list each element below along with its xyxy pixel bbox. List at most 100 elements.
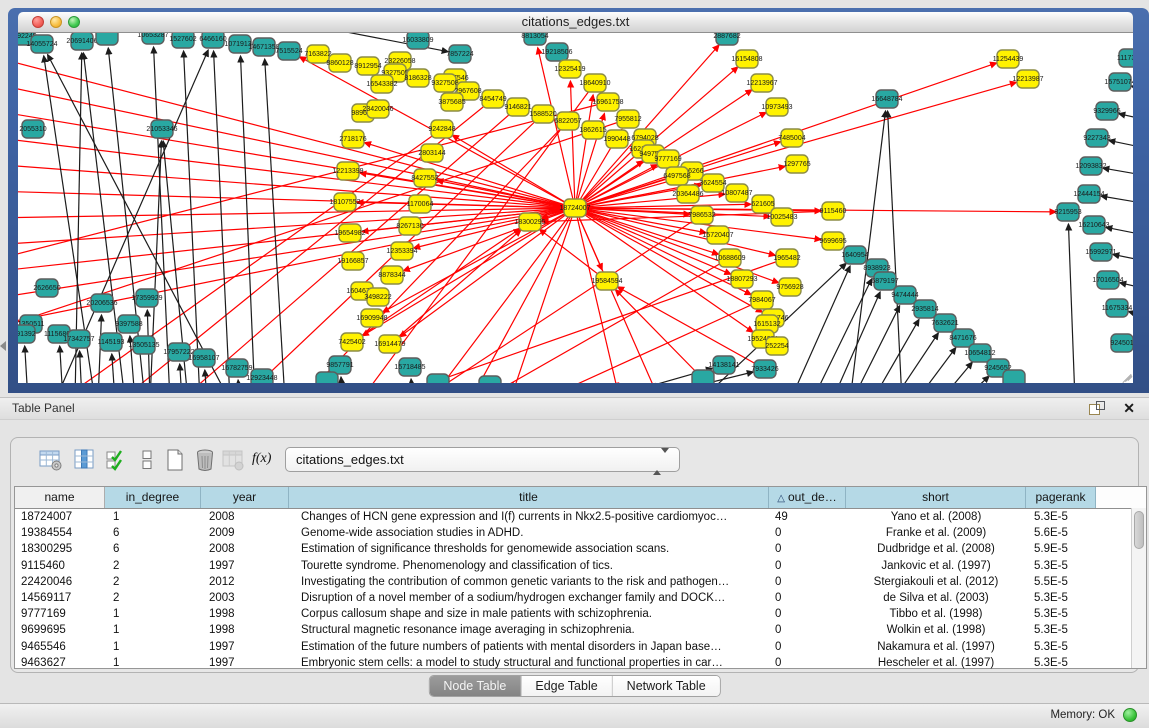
graph-node[interactable]: 2803144 [418,144,445,162]
graph-edge[interactable] [18,102,608,258]
table-cell[interactable]: 1998 [201,622,289,638]
graph-node[interactable] [1003,370,1025,383]
graph-edge[interactable] [1119,114,1133,123]
graph-node[interactable]: 1588520 [529,105,556,123]
graph-node[interactable]: 11675334 [1102,299,1133,317]
table-cell[interactable]: Jankovic et al. (1997) [846,558,1026,574]
table-cell[interactable]: 1997 [201,558,289,574]
graph-node[interactable]: 1117304 [1117,49,1133,67]
graph-node[interactable]: 1170064 [407,195,434,213]
graph-node[interactable]: 8912954 [354,57,381,75]
graph-edge[interactable] [18,112,575,208]
graph-node[interactable]: 20364486 [672,185,703,203]
graph-node[interactable]: 9777169 [654,150,681,168]
graph-node[interactable]: 6497568 [663,167,690,185]
column-header-year[interactable]: year [201,487,289,508]
table-cell[interactable]: Estimation of the future numbers of pati… [289,639,769,655]
graph-node[interactable]: 12213967 [746,74,777,92]
table-cell[interactable]: 5.3E-5 [1026,655,1096,671]
graph-edge[interactable] [888,111,902,383]
table-cell[interactable]: 9463627 [15,655,105,671]
table-cell[interactable]: Tourette syndrome. Phenomenology and cla… [289,558,769,574]
delete-table-icon[interactable] [192,448,218,472]
table-cell[interactable]: 0 [769,574,846,590]
table-cell[interactable]: 1 [105,606,201,622]
graph-node[interactable]: 3498222 [364,288,391,306]
graph-node[interactable]: 16958107 [188,349,219,367]
graph-node[interactable]: 10973493 [761,98,792,116]
graph-edge[interactable] [129,99,493,383]
table-cell[interactable]: Disruption of a novel member of a sodium… [289,590,769,606]
graph-node[interactable]: 3875685 [438,93,465,111]
table-cell[interactable]: 6 [105,541,201,557]
table-cell[interactable]: 2 [105,574,201,590]
column-header-out_de[interactable]: △out_de… [769,487,846,508]
table-cell[interactable]: Tibbo et al. (1998) [846,606,1026,622]
graph-edge[interactable] [1068,224,1075,383]
table-cell[interactable]: Investigating the contribution of common… [289,574,769,590]
table-settings-icon[interactable] [38,448,64,472]
table-cell[interactable]: 5.3E-5 [1026,606,1096,622]
graph-node[interactable]: 15751074 [1104,73,1133,91]
graph-edge[interactable] [112,354,115,383]
select-column-icon[interactable] [72,448,98,472]
graph-node[interactable]: 19654982 [334,224,365,242]
graph-node[interactable]: 2055310 [19,120,46,138]
table-cell[interactable]: 2 [105,590,201,606]
graph-edge[interactable] [265,59,285,383]
graph-node[interactable]: 6466160 [199,33,226,48]
table-cell[interactable]: Embryonic stem cells: a model to study s… [289,655,769,671]
graph-node[interactable]: 16914479 [374,335,405,353]
table-cell[interactable]: Dudbridge et al. (2008) [846,541,1026,557]
graph-node[interactable] [479,376,501,383]
network-canvas[interactable]: 1992240140557242069140610653287152760264… [18,33,1133,383]
graph-node[interactable] [96,33,118,45]
table-cell[interactable]: 9115460 [15,558,105,574]
table-cell[interactable]: 5.9E-5 [1026,541,1096,557]
graph-edge[interactable] [1128,311,1133,321]
graph-edge[interactable] [514,208,575,383]
table-select-dropdown[interactable]: citations_edges.txt [285,447,680,472]
table-cell[interactable]: 1 [105,639,201,655]
graph-node[interactable]: 1990448 [603,130,630,148]
graph-edge[interactable] [238,380,240,383]
graph-edge[interactable] [205,370,207,383]
graph-node[interactable]: 8427552 [411,169,438,187]
table-cell[interactable]: Wolkin et al. (1998) [846,622,1026,638]
graph-node[interactable]: 15720407 [702,226,733,244]
graph-node[interactable]: 8186328 [404,69,431,87]
graph-node[interactable]: 19584594 [591,272,622,290]
table-cell[interactable]: Estimation of significance thresholds fo… [289,541,769,557]
table-cell[interactable]: 2008 [201,541,289,557]
graph-node[interactable]: 10025483 [766,208,797,226]
column-header-pagerank[interactable]: pagerank [1026,487,1096,508]
graph-node[interactable]: 9329966 [1093,102,1120,120]
column-header-short[interactable]: short [846,487,1026,508]
graph-node[interactable]: 2718176 [339,130,366,148]
window-resize-grip[interactable] [1119,369,1132,382]
graph-node[interactable]: 16961758 [592,93,623,111]
graph-edge[interactable] [832,292,880,383]
table-row[interactable]: 1456911722003Disruption of a novel membe… [15,590,1146,606]
graph-node[interactable]: 15718485 [394,358,425,376]
table-row[interactable]: 1872400712008Changes of HCN gene express… [15,509,1146,525]
graph-edge[interactable] [1103,168,1133,178]
graph-node[interactable]: 12213987 [1012,70,1043,88]
table-row[interactable]: 977716911998Corpus callosum shape and si… [15,606,1146,622]
graph-node[interactable]: 8454749 [479,90,506,108]
graph-node[interactable]: 10688609 [714,249,745,267]
graph-node[interactable]: 10653287 [137,33,168,44]
table-cell[interactable]: 2009 [201,525,289,541]
graph-node[interactable] [692,370,714,383]
graph-edge[interactable] [1131,86,1133,96]
table-cell[interactable]: Yano et al. (2008) [846,509,1026,525]
graph-node[interactable]: 18724007 [559,199,590,217]
table-row[interactable]: 946362711997Embryonic stem cells: a mode… [15,655,1146,671]
graph-node[interactable]: 16909948 [356,309,387,327]
import-table-icon[interactable] [220,448,246,472]
graph-node[interactable]: 6822057 [554,112,581,130]
table-cell[interactable]: 2012 [201,574,289,590]
table-cell[interactable]: 5.3E-5 [1026,639,1096,655]
graph-node[interactable] [316,372,338,383]
table-cell[interactable]: 1 [105,509,201,525]
